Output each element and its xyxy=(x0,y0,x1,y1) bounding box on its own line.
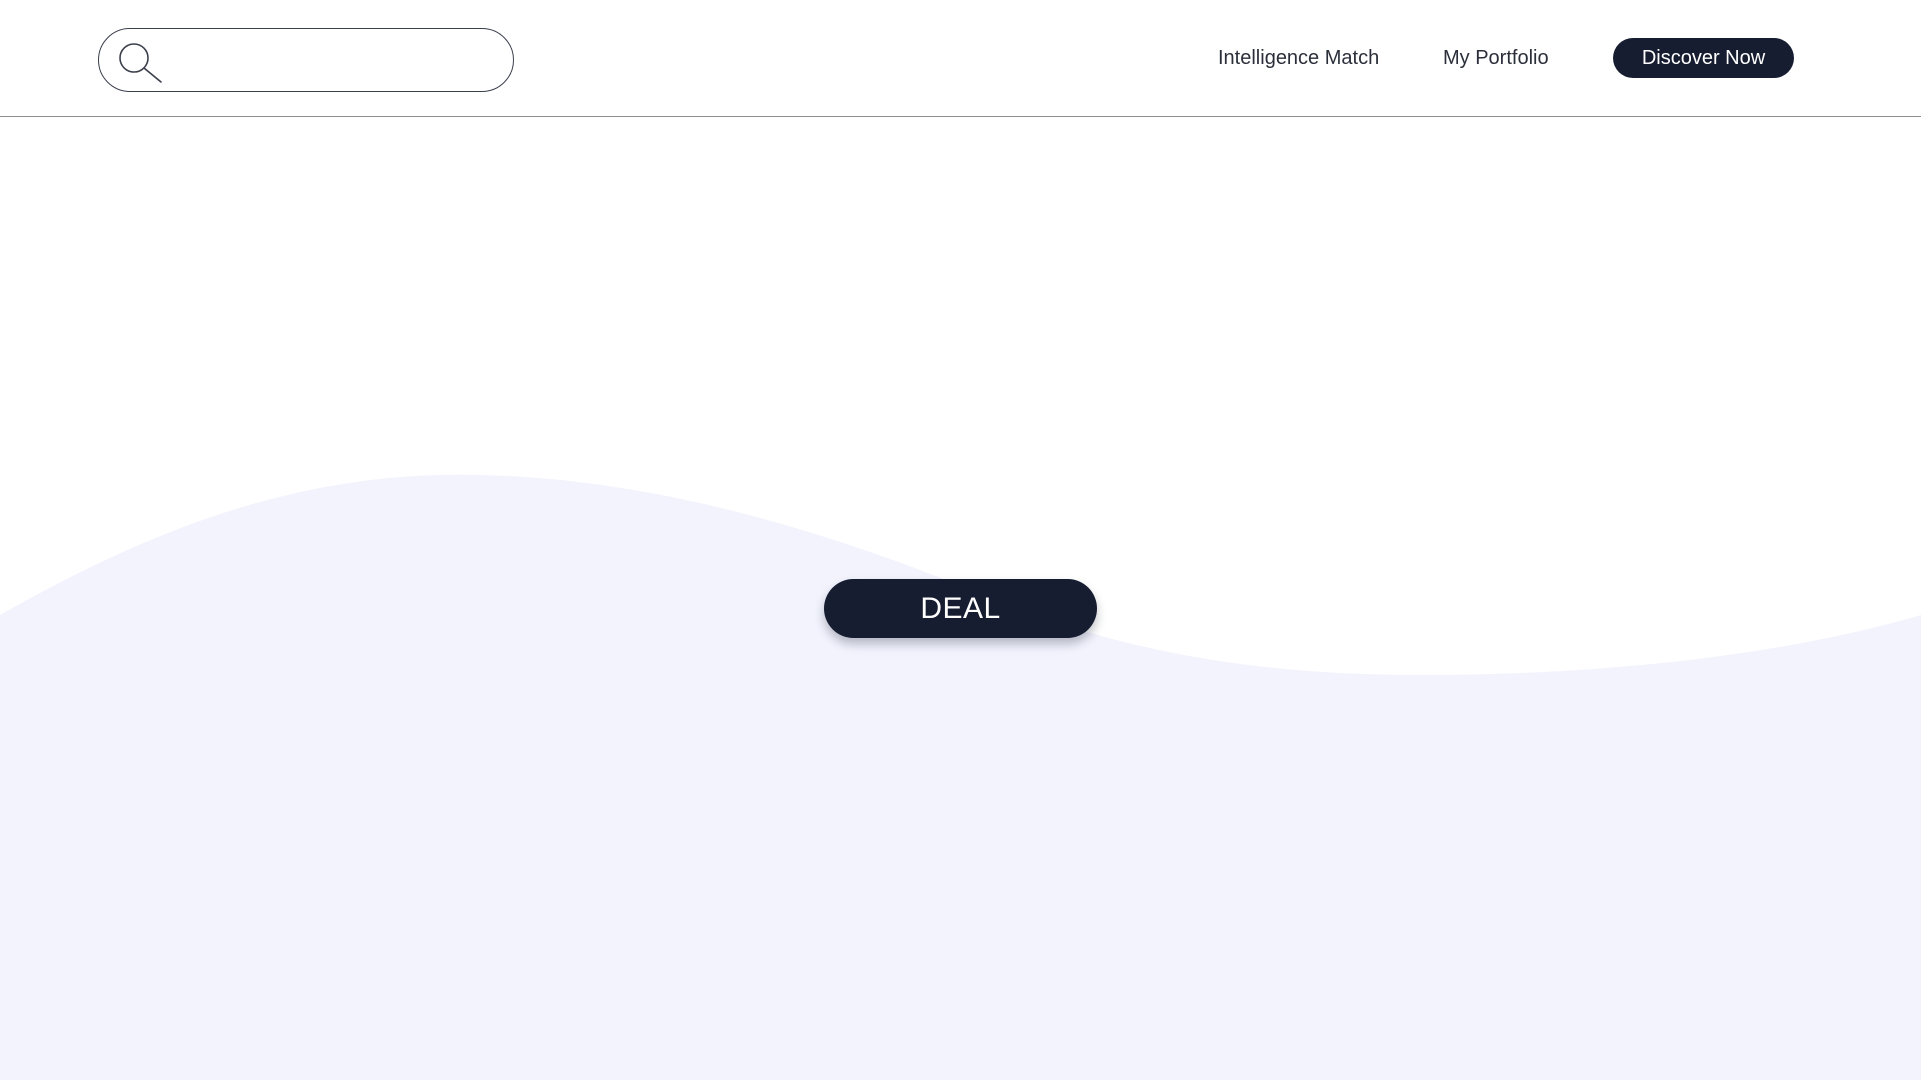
discover-now-button[interactable]: Discover Now xyxy=(1613,38,1794,78)
search-icon xyxy=(119,43,162,83)
search-box[interactable] xyxy=(98,28,514,92)
top-navigation-bar: Intelligence Match My Portfolio Discover… xyxy=(0,0,1921,117)
deal-button[interactable]: DEAL xyxy=(824,579,1097,638)
wave-shape xyxy=(0,474,1921,1080)
page: Intelligence Match My Portfolio Discover… xyxy=(0,0,1921,1080)
search-input[interactable] xyxy=(173,41,497,81)
wave-background xyxy=(0,474,1921,1080)
nav-link-my-portfolio[interactable]: My Portfolio xyxy=(1443,44,1549,72)
nav-link-intelligence-match[interactable]: Intelligence Match xyxy=(1218,44,1379,72)
